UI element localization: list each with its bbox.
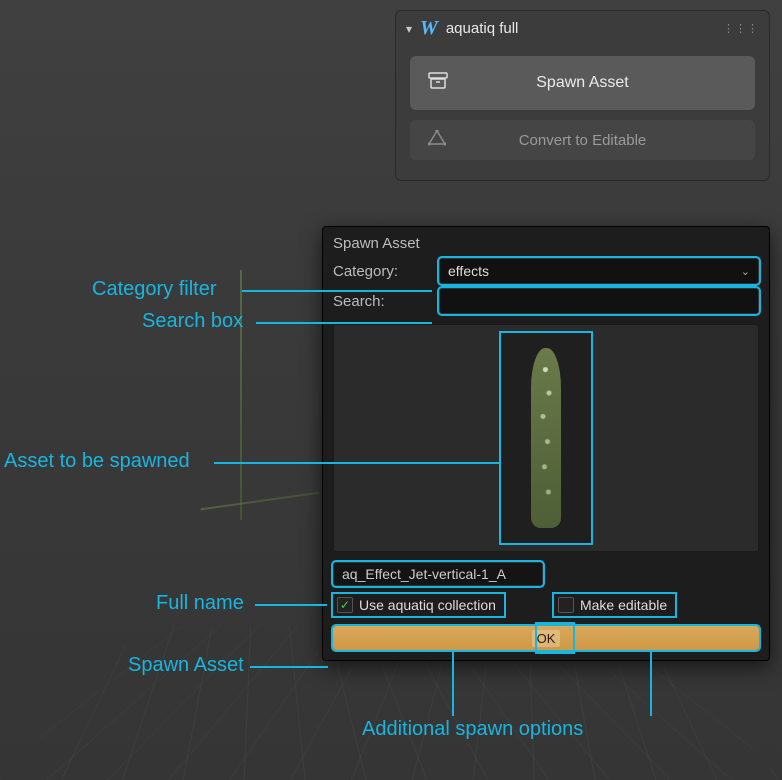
search-label: Search: — [333, 293, 429, 310]
aquatiq-logo-icon: W — [420, 17, 438, 40]
search-input[interactable] — [439, 288, 759, 314]
asset-preview-area — [333, 324, 759, 552]
panel-header[interactable]: ▾ W aquatiq full ⋮⋮⋮ — [396, 11, 769, 46]
asset-name-field[interactable]: aq_Effect_Jet-vertical-1_A — [333, 562, 543, 586]
annotation-spawn: Spawn Asset — [128, 654, 244, 677]
annotation-search: Search box — [142, 310, 243, 333]
use-collection-label: Use aquatiq collection — [359, 597, 496, 613]
category-value: effects — [448, 263, 489, 279]
popup-title: Spawn Asset — [333, 235, 759, 252]
annotation-category: Category filter — [92, 278, 217, 301]
leader-line — [255, 604, 327, 606]
spawn-asset-label: Spawn Asset — [536, 74, 629, 92]
asset-thumbnail[interactable] — [501, 333, 591, 543]
checkbox-unchecked-icon — [558, 597, 574, 613]
use-collection-checkbox[interactable]: ✓ Use aquatiq collection — [333, 594, 504, 616]
ok-label: OK — [532, 630, 561, 647]
spawn-asset-button[interactable]: Spawn Asset — [410, 56, 755, 110]
mesh-icon — [428, 130, 446, 150]
panel-title: aquatiq full — [446, 20, 519, 37]
aquatiq-panel: ▾ W aquatiq full ⋮⋮⋮ Spawn Asset Convert… — [395, 10, 770, 181]
axis-y — [240, 270, 242, 520]
chevron-down-icon: ⌄ — [741, 265, 750, 278]
leader-line — [256, 322, 432, 324]
grip-icon: ⋮⋮⋮ — [723, 22, 759, 35]
category-label: Category: — [333, 263, 429, 280]
leader-line — [650, 650, 652, 716]
annotation-asset: Asset to be spawned — [4, 450, 190, 473]
jet-preview-icon — [531, 348, 561, 528]
make-editable-checkbox[interactable]: Make editable — [554, 594, 675, 616]
leader-line — [452, 650, 454, 716]
category-select[interactable]: effects ⌄ — [439, 258, 759, 284]
leader-line — [214, 462, 501, 464]
chevron-down-icon: ▾ — [406, 22, 412, 36]
axis-x — [200, 492, 319, 511]
make-editable-label: Make editable — [580, 597, 667, 613]
annotation-fullname: Full name — [156, 592, 244, 615]
annotation-options: Additional spawn options — [362, 718, 583, 741]
leader-line — [250, 666, 328, 668]
checkbox-checked-icon: ✓ — [337, 597, 353, 613]
leader-line — [242, 290, 432, 292]
archive-icon — [428, 72, 448, 95]
ok-button[interactable]: OK — [333, 626, 759, 650]
asset-name-value: aq_Effect_Jet-vertical-1_A — [342, 566, 506, 582]
convert-editable-label: Convert to Editable — [519, 132, 647, 149]
convert-editable-button[interactable]: Convert to Editable — [410, 120, 755, 160]
